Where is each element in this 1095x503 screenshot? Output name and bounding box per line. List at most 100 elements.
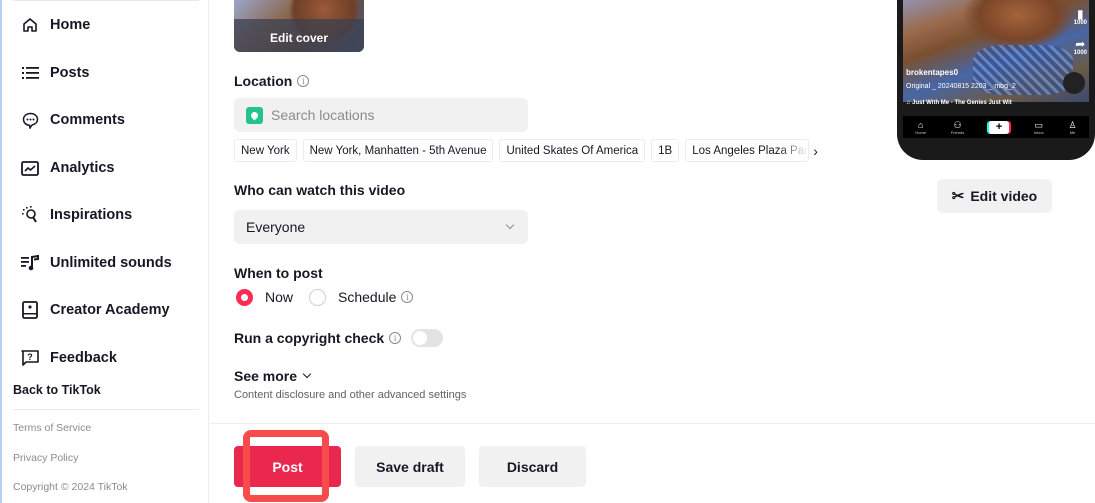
location-pin-icon: [246, 106, 263, 124]
sidebar-item-label: Unlimited sounds: [50, 255, 172, 271]
preview-username: brokentapes0: [906, 68, 959, 77]
home-icon: [20, 15, 40, 35]
friends-icon: ⚇: [953, 119, 962, 130]
preview-tab-label: Home: [915, 129, 927, 135]
list-icon: [20, 63, 40, 83]
preview-tab-create: +: [989, 120, 1010, 134]
music-icon: [20, 253, 40, 273]
feedback-icon: ?: [20, 348, 40, 368]
location-chip[interactable]: United Skates Of America: [499, 139, 646, 162]
preview-tab-friends: ⚇ Friends: [951, 120, 964, 135]
location-search[interactable]: [234, 98, 528, 132]
analytics-icon: [20, 158, 40, 178]
location-search-input[interactable]: [271, 107, 511, 123]
inbox-icon: ▭: [1034, 119, 1044, 130]
preview-tab-home: ⌂ Home: [915, 120, 926, 135]
when-to-post-options: Now Schedule i: [236, 288, 414, 306]
copyright-check-row: Run a copyright check i: [234, 329, 444, 347]
preview-tab-inbox: ▭ Inbox: [1034, 120, 1044, 135]
sidebar-item-feedback[interactable]: ? Feedback: [20, 344, 117, 372]
location-chip[interactable]: 1B: [651, 139, 680, 162]
sidebar-divider: [13, 0, 199, 1]
preview-music: ♫ Just With Me - The Genies Just Wit: [906, 100, 1012, 106]
preview-tab-label: Friends: [950, 129, 965, 135]
sidebar-item-unlimited-sounds[interactable]: Unlimited sounds: [20, 249, 172, 277]
see-more-toggle[interactable]: See more: [234, 368, 312, 384]
location-label-text: Location: [234, 73, 293, 89]
visibility-selected-value: Everyone: [246, 219, 306, 235]
video-preview-phone: ▮ 1000 ➦ 1000 brokentapes0 Original _ 20…: [897, 0, 1095, 160]
edit-cover-button[interactable]: Edit cover: [234, 19, 364, 52]
preview-music-text: Just With Me - The Genies Just Wit: [912, 100, 1012, 106]
sidebar-item-inspirations[interactable]: Inspirations: [20, 201, 132, 229]
profile-icon: ♙: [1068, 119, 1077, 130]
preview-tab-me: ♙ Me: [1068, 120, 1076, 135]
share-count: 1000: [1073, 50, 1087, 56]
location-chip[interactable]: New York: [234, 139, 297, 162]
sidebar-item-home[interactable]: Home: [20, 11, 90, 39]
save-count: 1000: [1073, 20, 1087, 26]
radio-now-label[interactable]: Now: [265, 289, 293, 305]
visibility-label: Who can watch this video: [234, 182, 406, 198]
sidebar-divider: [13, 409, 199, 410]
copyright-text: Copyright © 2024 TikTok: [13, 481, 128, 493]
sidebar: Home Posts Comments Analytics Inspiratio…: [0, 0, 209, 503]
music-disc-icon: [1063, 72, 1085, 94]
radio-schedule[interactable]: [309, 288, 327, 306]
lightbulb-icon: [20, 205, 40, 225]
sidebar-item-creator-academy[interactable]: Creator Academy: [20, 296, 170, 324]
sidebar-item-label: Creator Academy: [50, 302, 170, 318]
sidebar-item-label: Inspirations: [50, 207, 133, 223]
radio-schedule-label[interactable]: Schedule: [338, 289, 396, 305]
edit-video-label: Edit video: [970, 188, 1038, 204]
sidebar-item-comments[interactable]: Comments: [20, 106, 125, 134]
preview-tab-label: Inbox: [1033, 129, 1044, 135]
chevron-right-icon[interactable]: ›: [813, 143, 818, 159]
share-icon: ➦: [1075, 37, 1086, 51]
terms-of-service-link[interactable]: Terms of Service: [13, 422, 91, 434]
back-to-tiktok-link[interactable]: Back to TikTok: [13, 383, 101, 397]
post-button[interactable]: Post: [234, 446, 341, 487]
copyright-check-label: Run a copyright check: [234, 330, 385, 346]
when-to-post-label: When to post: [234, 265, 323, 281]
see-more-subtitle: Content disclosure and other advanced se…: [234, 389, 467, 401]
bookmark-icon: ▮: [1077, 7, 1084, 21]
edit-video-button[interactable]: ✂ Edit video: [937, 179, 1052, 213]
chevron-down-icon: [505, 220, 515, 230]
sidebar-item-label: Home: [50, 17, 91, 33]
share-action: ➦ 1000: [1074, 38, 1087, 56]
copyright-check-toggle[interactable]: [411, 329, 444, 347]
cover-thumbnail[interactable]: Edit cover: [234, 0, 364, 52]
chevron-down-icon: [302, 369, 312, 379]
location-chip[interactable]: Los Angeles Plaza Park: [685, 139, 810, 162]
location-suggestions: New York New York, Manhatten - 5th Avenu…: [234, 139, 818, 162]
preview-original-sound: Original _ 20240815 2203 _ mbg_2: [906, 83, 1016, 90]
save-action: ▮ 1000: [1074, 8, 1087, 26]
visibility-select[interactable]: Everyone: [234, 210, 528, 244]
see-more-label: See more: [234, 368, 298, 384]
sidebar-item-label: Analytics: [50, 160, 115, 176]
sidebar-item-label: Feedback: [50, 350, 117, 366]
footer-divider: [210, 423, 1095, 424]
save-draft-button[interactable]: Save draft: [355, 446, 465, 487]
comment-icon: [20, 110, 40, 130]
preview-bottom-nav: ⌂ Home ⚇ Friends + ▭ Inbox ♙ Me: [903, 116, 1089, 138]
plus-icon: +: [989, 120, 1010, 134]
sidebar-item-label: Comments: [50, 112, 125, 128]
location-label: Location i: [234, 73, 310, 89]
home-icon: ⌂: [918, 119, 924, 130]
info-icon[interactable]: i: [401, 291, 414, 303]
privacy-policy-link[interactable]: Privacy Policy: [13, 452, 78, 464]
info-icon[interactable]: i: [297, 75, 310, 87]
sidebar-item-analytics[interactable]: Analytics: [20, 154, 114, 182]
discard-button[interactable]: Discard: [479, 446, 586, 487]
preview-tab-label: Me: [1069, 129, 1076, 135]
sidebar-item-posts[interactable]: Posts: [20, 59, 90, 87]
svg-text:?: ?: [27, 352, 33, 362]
academy-icon: [20, 300, 40, 320]
sidebar-item-label: Posts: [50, 65, 90, 81]
scissors-icon: ✂: [951, 188, 965, 205]
radio-now[interactable]: [236, 288, 253, 306]
location-chip[interactable]: New York, Manhatten - 5th Avenue: [302, 139, 494, 162]
info-icon[interactable]: i: [389, 332, 402, 344]
